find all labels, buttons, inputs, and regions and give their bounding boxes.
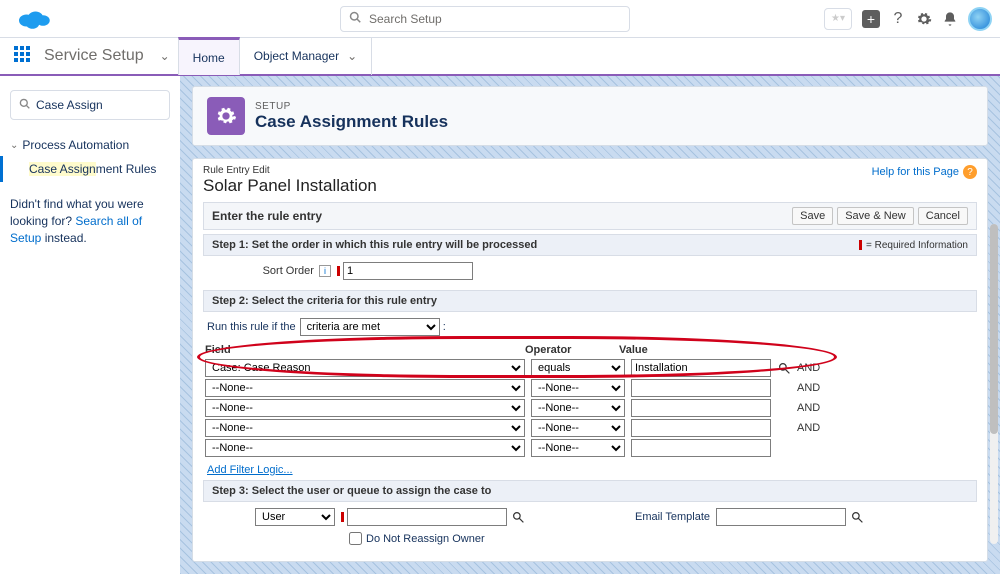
criteria-row: Case: Case Reason equals AND bbox=[205, 358, 975, 378]
search-icon bbox=[349, 11, 361, 26]
scrollbar[interactable] bbox=[990, 224, 998, 544]
setup-gear-icon[interactable] bbox=[916, 11, 932, 27]
step-1-bar: Step 1: Set the order in which this rule… bbox=[203, 234, 977, 256]
sort-order-input[interactable] bbox=[343, 262, 473, 280]
section-enter-rule: Enter the rule entry Save Save & New Can… bbox=[203, 202, 977, 230]
criteria-operator-select[interactable]: --None-- bbox=[531, 399, 625, 417]
app-switch-chevron[interactable]: ⌄ bbox=[152, 49, 178, 63]
sidebar-search-value: Case Assign bbox=[36, 98, 103, 112]
breadcrumb: Rule Entry Edit bbox=[203, 165, 377, 176]
global-search[interactable]: Search Setup bbox=[340, 6, 630, 32]
setup-sidebar: Case Assign ⌄ Process Automation Case As… bbox=[0, 76, 180, 576]
do-not-reassign-checkbox[interactable] bbox=[349, 532, 362, 545]
criteria-field-select[interactable]: --None-- bbox=[205, 439, 525, 457]
rule-entry-card: Rule Entry Edit Solar Panel Installation… bbox=[192, 158, 988, 562]
criteria-row: --None-- --None-- AND bbox=[205, 418, 975, 438]
page-title: Case Assignment Rules bbox=[255, 112, 448, 132]
lookup-icon[interactable] bbox=[777, 361, 791, 375]
help-icon: ? bbox=[963, 165, 977, 179]
global-search-placeholder: Search Setup bbox=[369, 12, 442, 26]
page-header-icon bbox=[207, 97, 245, 135]
save-button[interactable]: Save bbox=[792, 207, 833, 225]
step-3-bar: Step 3: Select the user or queue to assi… bbox=[203, 480, 977, 502]
info-icon[interactable]: i bbox=[319, 265, 331, 277]
salesforce-logo bbox=[16, 7, 52, 31]
notifications-icon[interactable] bbox=[942, 11, 958, 27]
rule-name: Solar Panel Installation bbox=[203, 176, 377, 196]
page-header: SETUP Case Assignment Rules bbox=[192, 86, 988, 146]
favorites-button[interactable]: ★▾ bbox=[824, 8, 852, 30]
criteria-operator-select[interactable]: equals bbox=[531, 359, 625, 377]
add-filter-logic-link[interactable]: Add Filter Logic... bbox=[205, 458, 293, 476]
criteria-operator-select[interactable]: --None-- bbox=[531, 439, 625, 457]
criteria-field-select[interactable]: Case: Case Reason bbox=[205, 359, 525, 377]
criteria-row: --None-- --None-- AND bbox=[205, 378, 975, 398]
sidebar-item-case-assignment-rules[interactable]: Case Assignment Rules bbox=[0, 156, 180, 182]
criteria-value-input[interactable] bbox=[631, 379, 771, 397]
email-template-input[interactable] bbox=[716, 508, 846, 526]
search-icon bbox=[19, 98, 30, 112]
sidebar-group[interactable]: ⌄ Process Automation bbox=[0, 134, 180, 156]
run-rule-label: Run this rule if the bbox=[207, 321, 296, 333]
do-not-reassign-label: Do Not Reassign Owner bbox=[366, 533, 485, 545]
col-field: Field bbox=[205, 344, 525, 356]
criteria-field-select[interactable]: --None-- bbox=[205, 419, 525, 437]
criteria-row: --None-- --None-- AND bbox=[205, 398, 975, 418]
app-launcher-icon[interactable] bbox=[14, 46, 34, 66]
col-operator: Operator bbox=[525, 344, 619, 356]
criteria-value-input[interactable] bbox=[631, 399, 771, 417]
user-avatar[interactable] bbox=[968, 7, 992, 31]
tab-home[interactable]: Home bbox=[178, 37, 240, 75]
criteria-operator-select[interactable]: --None-- bbox=[531, 419, 625, 437]
caret-down-icon: ⌄ bbox=[10, 140, 18, 151]
assign-to-input[interactable] bbox=[347, 508, 507, 526]
lookup-icon[interactable] bbox=[850, 510, 864, 524]
criteria-value-input[interactable] bbox=[631, 419, 771, 437]
required-info-legend: = Required Information bbox=[859, 239, 968, 251]
help-link[interactable]: Help for this Page ? bbox=[872, 165, 977, 179]
sidebar-no-results: Didn't find what you were looking for? S… bbox=[0, 182, 180, 260]
criteria-field-select[interactable]: --None-- bbox=[205, 379, 525, 397]
col-value: Value bbox=[619, 344, 759, 356]
run-rule-select[interactable]: criteria are met bbox=[300, 318, 440, 336]
sidebar-search[interactable]: Case Assign bbox=[10, 90, 170, 120]
app-name: Service Setup bbox=[44, 47, 144, 65]
chevron-down-icon: ⌄ bbox=[339, 49, 357, 63]
step-2-bar: Step 2: Select the criteria for this rul… bbox=[203, 290, 977, 312]
global-add-button[interactable]: + bbox=[862, 10, 880, 28]
criteria-row: --None-- --None-- bbox=[205, 438, 975, 458]
criteria-value-input[interactable] bbox=[631, 439, 771, 457]
lookup-icon[interactable] bbox=[511, 510, 525, 524]
global-header: Search Setup ★▾ + ? bbox=[0, 0, 1000, 38]
email-template-label: Email Template bbox=[635, 511, 710, 523]
header-actions: ★▾ + ? bbox=[824, 7, 992, 31]
criteria-operator-select[interactable]: --None-- bbox=[531, 379, 625, 397]
cancel-button[interactable]: Cancel bbox=[918, 207, 968, 225]
content-area: SETUP Case Assignment Rules Rule Entry E… bbox=[180, 76, 1000, 576]
page-header-eyebrow: SETUP bbox=[255, 101, 448, 112]
criteria-value-input[interactable] bbox=[631, 359, 771, 377]
criteria-table: Field Operator Value Case: Case Reason e… bbox=[205, 342, 975, 476]
sort-order-label: Sort Order i bbox=[207, 265, 337, 277]
assign-type-select[interactable]: User bbox=[255, 508, 335, 526]
criteria-field-select[interactable]: --None-- bbox=[205, 399, 525, 417]
tab-object-manager[interactable]: Object Manager ⌄ bbox=[240, 37, 372, 75]
app-nav: Service Setup ⌄ Home Object Manager ⌄ bbox=[0, 38, 1000, 76]
main-layout: Case Assign ⌄ Process Automation Case As… bbox=[0, 76, 1000, 576]
help-icon[interactable]: ? bbox=[890, 11, 906, 27]
save-and-new-button[interactable]: Save & New bbox=[837, 207, 914, 225]
